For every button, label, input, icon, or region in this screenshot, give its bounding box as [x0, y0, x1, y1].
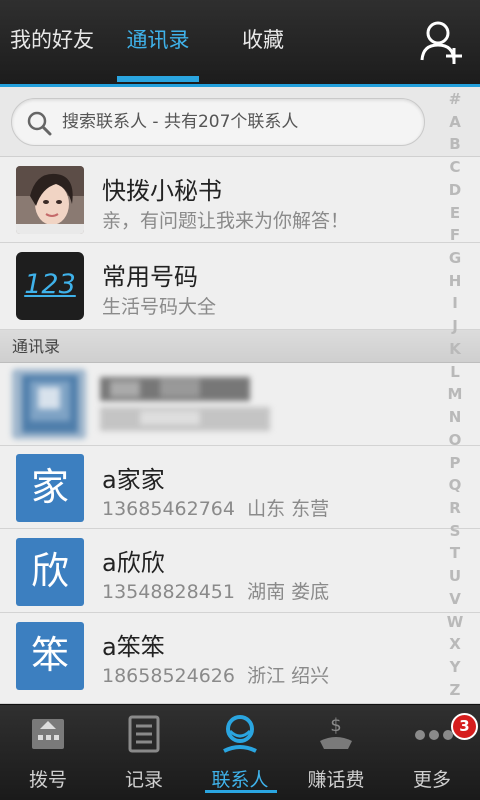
alphabet-index-letter[interactable]: # — [449, 92, 462, 107]
alphabet-index-letter[interactable]: O — [449, 432, 462, 448]
alphabet-index-letter[interactable]: Q — [449, 478, 462, 493]
list-item-blurred-contact[interactable] — [0, 363, 480, 446]
contact-row[interactable]: 笨 a笨笨 18658524626 浙江 绍兴 — [0, 613, 480, 704]
search-input[interactable]: 搜索联系人 - 共有207个联系人 — [11, 98, 425, 146]
call-log-icon — [128, 715, 160, 753]
dialpad-icon — [32, 719, 64, 749]
alphabet-index-letter[interactable]: D — [449, 182, 461, 198]
nav-records[interactable]: 记录 — [96, 705, 192, 800]
contact-row[interactable]: 欣 a欣欣 13548828451 湖南 娄底 — [0, 529, 480, 613]
contact-phone: 13685462764 山东 东营 — [102, 494, 329, 521]
alphabet-index-letter[interactable]: Z — [450, 682, 461, 698]
tab-favorites[interactable]: 收藏 — [226, 0, 300, 82]
assistant-title: 快拨小秘书 — [102, 177, 222, 205]
alphabet-index-letter[interactable]: X — [449, 637, 461, 652]
alphabet-index-letter[interactable]: J — [452, 319, 458, 334]
alphabet-index[interactable]: # A B C D E F G H I J K L M N O P Q R S T U V W X Y Z — [440, 92, 470, 698]
more-notification-badge: 3 — [451, 713, 478, 740]
tab-my-friends[interactable]: 我的好友 — [0, 0, 104, 82]
search-area: 搜索联系人 - 共有207个联系人 — [0, 87, 480, 157]
contact-phone-number: 13685462764 — [102, 498, 235, 520]
contact-avatar: 笨 — [16, 622, 84, 690]
contact-name: a欣欣 — [102, 549, 165, 577]
alphabet-index-letter[interactable]: E — [450, 205, 460, 221]
active-nav-underline — [205, 790, 277, 793]
nav-contacts-label: 联系人 — [211, 769, 269, 791]
add-friend-icon[interactable] — [418, 18, 468, 66]
contact-location: 湖南 娄底 — [247, 581, 330, 603]
alphabet-index-letter[interactable]: B — [449, 137, 460, 152]
alphabet-index-letter[interactable]: H — [449, 273, 462, 289]
contact-name: a家家 — [102, 466, 165, 494]
assistant-subtitle: 亲，有问题让我来为你解答！ — [102, 210, 350, 232]
nav-earn[interactable]: $ 赚话费 — [288, 705, 384, 800]
alphabet-index-letter[interactable]: N — [449, 410, 462, 425]
money-bag-icon: $ — [320, 715, 352, 749]
contact-name: a笨笨 — [102, 633, 165, 661]
contact-phone-number: 13548828451 — [102, 581, 235, 603]
alphabet-index-letter[interactable]: L — [450, 364, 460, 380]
alphabet-index-letter[interactable]: G — [449, 251, 461, 266]
top-tab-bar: 我的好友 通讯录 收藏 — [0, 0, 480, 86]
section-header: 通讯录 — [0, 330, 480, 363]
contact-phone-number: 18658524626 — [102, 665, 235, 687]
blurred-avatar — [12, 369, 86, 439]
common-numbers-subtitle: 生活号码大全 — [102, 296, 217, 318]
alphabet-index-letter[interactable]: R — [449, 500, 461, 516]
alphabet-index-letter[interactable]: C — [449, 160, 460, 175]
search-icon — [27, 111, 52, 136]
bottom-nav-bar: 拨号 记录 联系人 $ 赚话费 更多 — [0, 704, 480, 800]
alphabet-index-letter[interactable]: M — [448, 387, 463, 402]
alphabet-index-letter[interactable]: A — [449, 114, 461, 130]
nav-contacts[interactable]: 联系人 — [192, 705, 288, 800]
tab-contacts[interactable]: 通讯录 — [110, 0, 206, 82]
alphabet-index-letter[interactable]: V — [449, 591, 461, 607]
contact-avatar: 欣 — [16, 538, 84, 606]
contact-location: 浙江 绍兴 — [247, 665, 330, 687]
alphabet-index-letter[interactable]: Y — [450, 659, 461, 675]
contact-avatar: 家 — [16, 454, 84, 522]
contact-row[interactable]: 家 a家家 13685462764 山东 东营 — [0, 446, 480, 529]
contacts-person-icon — [223, 715, 257, 753]
common-numbers-title: 常用号码 — [102, 263, 198, 291]
contact-phone: 18658524626 浙江 绍兴 — [102, 661, 329, 688]
nav-dial[interactable]: 拨号 — [0, 705, 96, 800]
assistant-avatar — [16, 166, 84, 234]
list-item-assistant[interactable]: 快拨小秘书 亲，有问题让我来为你解答！ — [0, 157, 480, 243]
more-dots-icon — [415, 730, 453, 740]
list-item-common-numbers[interactable]: 123 常用号码 生活号码大全 — [0, 243, 480, 330]
search-placeholder: 搜索联系人 - 共有207个联系人 — [62, 112, 299, 132]
nav-earn-label: 赚话费 — [307, 769, 365, 791]
common-numbers-icon: 123 — [16, 252, 84, 320]
active-tab-indicator — [117, 76, 199, 82]
alphabet-index-letter[interactable]: W — [447, 614, 464, 630]
alphabet-index-letter[interactable]: K — [449, 341, 461, 357]
nav-records-label: 记录 — [124, 769, 163, 791]
blurred-contact-info — [100, 373, 270, 435]
alphabet-index-letter[interactable]: T — [450, 546, 460, 561]
nav-more-label: 更多 — [412, 769, 451, 791]
alphabet-index-letter[interactable]: S — [450, 523, 461, 539]
svg-text:$: $ — [330, 715, 341, 736]
alphabet-index-letter[interactable]: P — [450, 455, 461, 471]
contact-phone: 13548828451 湖南 娄底 — [102, 577, 329, 604]
nav-dial-label: 拨号 — [28, 769, 67, 791]
alphabet-index-letter[interactable]: I — [452, 296, 458, 311]
common-numbers-icon-text: 123 — [24, 269, 76, 300]
alphabet-index-letter[interactable]: U — [449, 569, 461, 584]
contact-location: 山东 东营 — [247, 498, 330, 520]
alphabet-index-letter[interactable]: F — [450, 228, 460, 243]
